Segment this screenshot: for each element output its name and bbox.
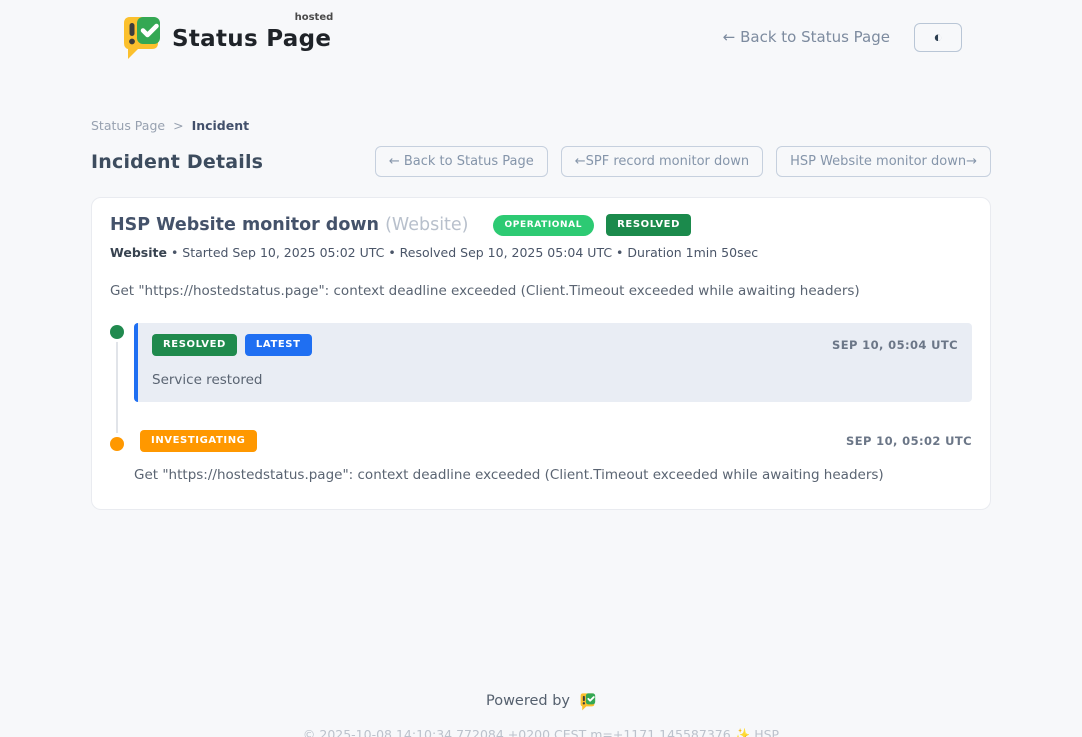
timeline-badges: RESOLVED LATEST <box>152 334 312 356</box>
timeline-dot-resolved <box>110 325 124 339</box>
timeline-message: Get "https://hostedstatus.page": context… <box>134 467 972 483</box>
timeline-message: Service restored <box>152 372 958 388</box>
investigating-badge: INVESTIGATING <box>140 430 257 452</box>
logo-brand-label: Status Page <box>172 26 331 52</box>
timeline-timestamp: SEP 10, 05:04 UTC <box>832 338 958 352</box>
theme-toggle-button[interactable]: ◐ <box>914 23 962 52</box>
incident-title-row: HSP Website monitor down (Website) OPERA… <box>110 214 972 236</box>
copyright-line: © 2025-10-08 14:10:34.772084 +0200 CEST … <box>91 727 991 737</box>
incident-component: (Website) <box>385 215 468 235</box>
timeline-update-box: RESOLVED LATEST SEP 10, 05:04 UTC Servic… <box>134 323 972 402</box>
footer-logo-icon <box>579 692 596 711</box>
latest-badge: LATEST <box>245 334 312 356</box>
incident-meta-details: • Started Sep 10, 2025 05:02 UTC • Resol… <box>171 245 758 260</box>
breadcrumb: Status Page > Incident <box>91 118 991 133</box>
resolved-badge: RESOLVED <box>152 334 237 356</box>
breadcrumb-status-page[interactable]: Status Page <box>91 118 165 133</box>
incident-timeline: RESOLVED LATEST SEP 10, 05:04 UTC Servic… <box>110 323 972 483</box>
timeline-update-header: INVESTIGATING SEP 10, 05:02 UTC <box>140 430 972 452</box>
powered-by-label: Powered by <box>486 693 570 709</box>
incident-nav-buttons: ← Back to Status Page ←SPF record monito… <box>375 146 991 177</box>
powered-by[interactable]: Powered by <box>486 692 596 711</box>
incident-title-text: HSP Website monitor down <box>110 215 379 235</box>
incident-card: HSP Website monitor down (Website) OPERA… <box>91 197 991 510</box>
incident-title: HSP Website monitor down (Website) <box>110 215 469 235</box>
timeline-update-header: RESOLVED LATEST SEP 10, 05:04 UTC <box>152 334 958 356</box>
header-actions: ← Back to Status Page ◐ <box>723 23 962 52</box>
incident-description: Get "https://hostedstatus.page": context… <box>110 283 972 299</box>
timeline-connector-line <box>116 339 118 433</box>
next-incident-button[interactable]: HSP Website monitor down→ <box>776 146 991 177</box>
incident-meta: Website • Started Sep 10, 2025 05:02 UTC… <box>110 245 972 260</box>
prev-incident-button[interactable]: ←SPF record monitor down <box>561 146 763 177</box>
timeline-timestamp: SEP 10, 05:02 UTC <box>846 434 972 448</box>
header: hosted Status Page ← Back to Status Page… <box>120 0 962 60</box>
incident-meta-component: Website <box>110 245 167 260</box>
footer: Powered by © 2025-10-08 14:10:34.772084 … <box>91 690 991 737</box>
operational-status-badge: OPERATIONAL <box>493 215 595 236</box>
resolved-state-badge: RESOLVED <box>606 214 691 236</box>
logo-hosted-label: hosted <box>295 12 334 23</box>
back-to-status-page-button[interactable]: ← Back to Status Page <box>375 146 548 177</box>
timeline-update-plain: INVESTIGATING SEP 10, 05:02 UTC Get "htt… <box>134 430 972 483</box>
main-content: Status Page > Incident Incident Details … <box>91 60 991 737</box>
back-to-status-page-link[interactable]: ← Back to Status Page <box>723 28 890 46</box>
app-logo[interactable]: hosted Status Page <box>120 14 331 60</box>
timeline-entry-investigating: INVESTIGATING SEP 10, 05:02 UTC Get "htt… <box>110 430 972 483</box>
half-circle-icon: ◐ <box>933 30 942 45</box>
title-row: Incident Details ← Back to Status Page ←… <box>91 146 991 177</box>
timeline-entry-resolved: RESOLVED LATEST SEP 10, 05:04 UTC Servic… <box>110 323 972 402</box>
timeline-dot-investigating <box>110 437 124 451</box>
logo-text: hosted Status Page <box>172 14 331 52</box>
status-page-logo-icon <box>120 14 162 60</box>
breadcrumb-separator: > <box>173 118 183 133</box>
breadcrumb-incident: Incident <box>192 118 250 133</box>
page-title: Incident Details <box>91 151 263 173</box>
